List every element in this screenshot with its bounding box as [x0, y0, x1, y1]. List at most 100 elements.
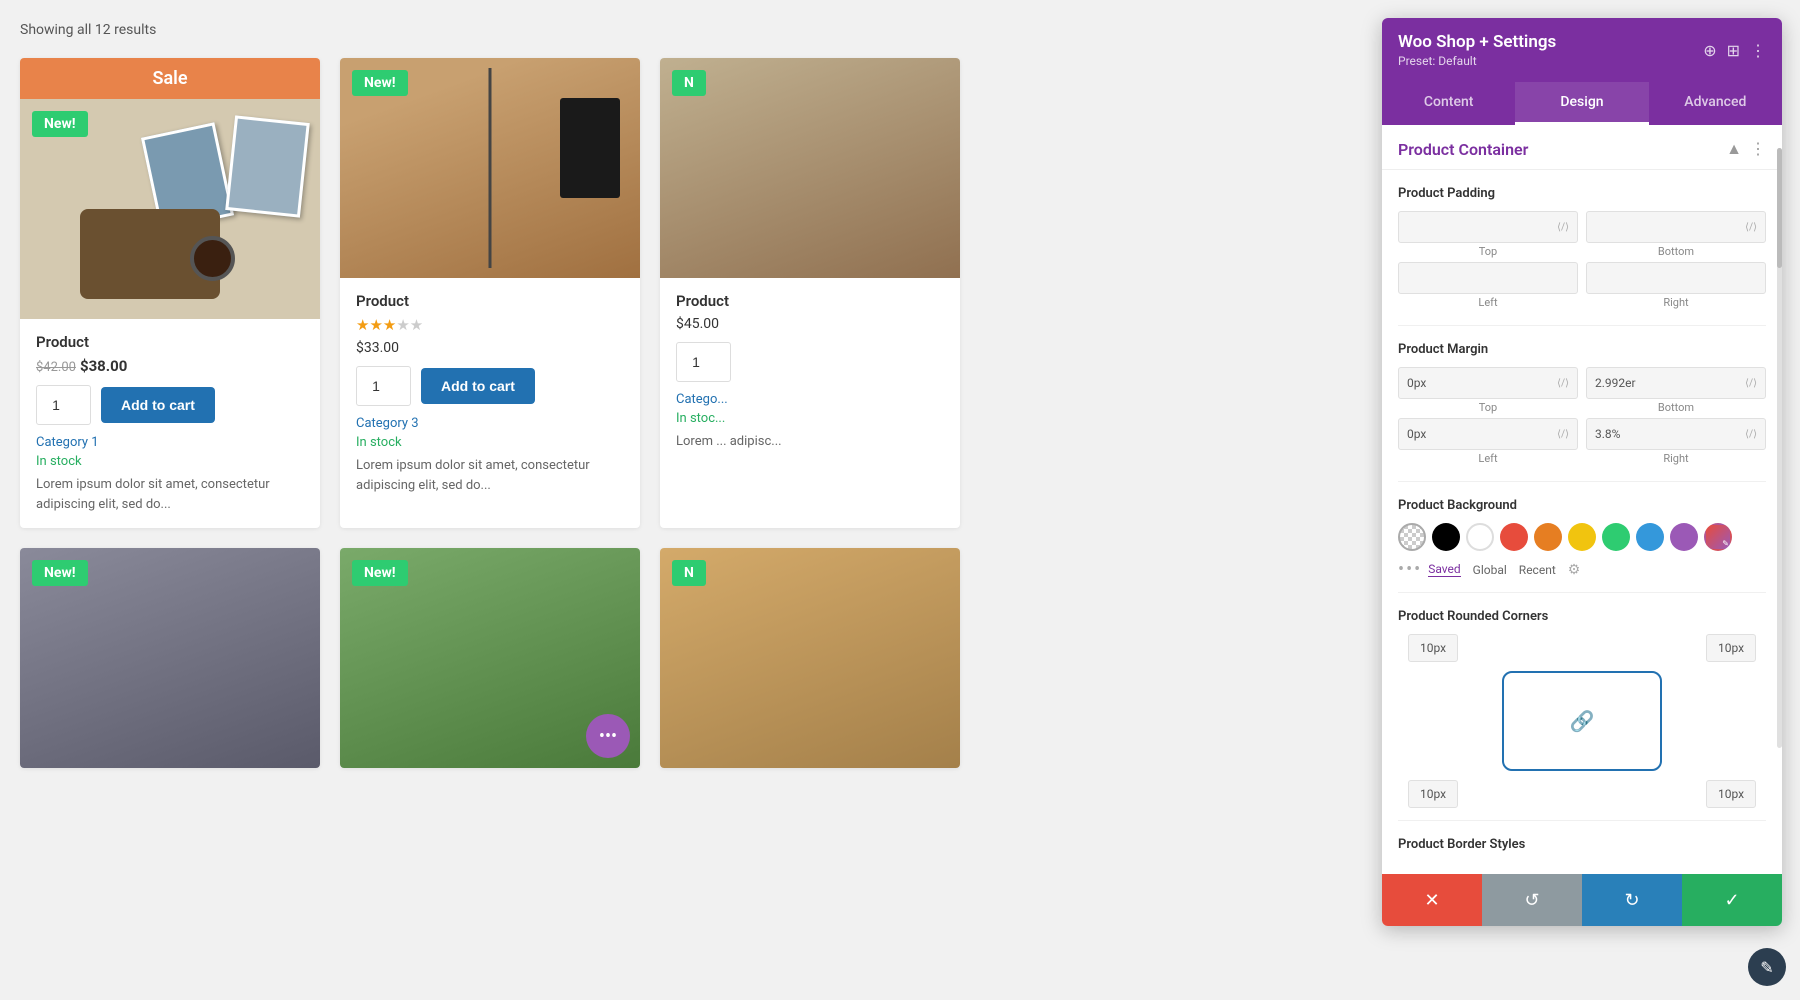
- swatch-gradient[interactable]: ✎: [1704, 523, 1732, 551]
- color-swatches: ✎: [1398, 523, 1766, 551]
- product-desc-3: Lorem ... adipisc...: [676, 432, 944, 452]
- panel-tabs: Content Design Advanced: [1382, 82, 1782, 125]
- product-dots-btn[interactable]: •••: [586, 714, 630, 758]
- margin-top-group: 0px ⟨/⟩ Top: [1398, 367, 1578, 414]
- panel-icon-split[interactable]: ⊞: [1727, 41, 1740, 60]
- product-title-3: Product: [676, 292, 944, 310]
- panel-body: Product Padding ⟨/⟩ Top ⟨/⟩ Bottom: [1382, 170, 1782, 874]
- padding-right-input[interactable]: [1586, 262, 1766, 294]
- swatch-black[interactable]: [1432, 523, 1460, 551]
- collapse-icon[interactable]: ▲: [1726, 139, 1742, 159]
- bg-label: Product Background: [1398, 498, 1766, 513]
- margin-left-input[interactable]: 0px ⟨/⟩: [1398, 418, 1578, 450]
- sale-banner: Sale: [20, 58, 320, 99]
- swatch-transparent[interactable]: [1398, 523, 1426, 551]
- padding-right-group: Right: [1586, 262, 1766, 309]
- footer-undo-btn[interactable]: ↺: [1482, 874, 1582, 926]
- swatch-orange[interactable]: [1534, 523, 1562, 551]
- panel-footer: ✕ ↺ ↻ ✓: [1382, 874, 1782, 926]
- margin-right-label: Right: [1586, 452, 1766, 465]
- color-tab-global[interactable]: Global: [1473, 563, 1507, 577]
- margin-left-val: 0px: [1407, 427, 1426, 441]
- padding-bottom-label: Bottom: [1586, 245, 1766, 258]
- panel-icon-target[interactable]: ⊕: [1703, 41, 1716, 60]
- category-link-1[interactable]: Category 1: [36, 435, 304, 450]
- panel-title: Woo Shop + Settings: [1398, 32, 1556, 52]
- category-link-3[interactable]: Catego...: [676, 392, 944, 407]
- add-to-cart-2[interactable]: Add to cart: [421, 368, 535, 404]
- container-actions: ▲ ⋮: [1726, 139, 1766, 159]
- product-card-2: New! Product ★★★★★ $33.00 Add to cart Ca…: [340, 58, 640, 528]
- padding-left-input[interactable]: [1398, 262, 1578, 294]
- color-tab-saved[interactable]: Saved: [1428, 562, 1460, 577]
- product-info-2: Product ★★★★★ $33.00 Add to cart Categor…: [340, 278, 640, 509]
- padding-inputs-lr: Left Right: [1398, 262, 1766, 309]
- section-padding: Product Padding ⟨/⟩ Top ⟨/⟩ Bottom: [1398, 170, 1766, 326]
- product-price-3: $45.00: [676, 316, 944, 332]
- scroll-bar[interactable]: [1777, 148, 1782, 748]
- panel-title-area: Woo Shop + Settings Preset: Default: [1398, 32, 1556, 68]
- corner-top-right[interactable]: 10px: [1706, 634, 1756, 662]
- padding-top-input[interactable]: ⟨/⟩: [1398, 211, 1578, 243]
- padding-left-label: Left: [1398, 296, 1578, 309]
- tab-content[interactable]: Content: [1382, 82, 1515, 125]
- margin-bottom-input[interactable]: 2.992er ⟨/⟩: [1586, 367, 1766, 399]
- qty-input-3[interactable]: [676, 342, 731, 382]
- in-stock-2: In stock: [356, 435, 624, 450]
- color-tab-recent[interactable]: Recent: [1519, 563, 1556, 577]
- swatch-white[interactable]: [1466, 523, 1494, 551]
- footer-redo-btn[interactable]: ↻: [1582, 874, 1682, 926]
- corner-bottom-right[interactable]: 10px: [1706, 780, 1756, 808]
- panel-preset: Preset: Default: [1398, 54, 1556, 68]
- swatch-green[interactable]: [1602, 523, 1630, 551]
- product-image-4: New!: [20, 548, 320, 768]
- footer-save-btn[interactable]: ✓: [1682, 874, 1782, 926]
- margin-inputs-tb: 0px ⟨/⟩ Top 2.992er ⟨/⟩ Bottom: [1398, 367, 1766, 414]
- panel-icon-more[interactable]: ⋮: [1750, 41, 1766, 60]
- margin-bottom-label: Bottom: [1586, 401, 1766, 414]
- corner-top-left[interactable]: 10px: [1408, 634, 1458, 662]
- cart-row-2: Add to cart: [356, 366, 624, 406]
- category-link-2[interactable]: Category 3: [356, 416, 624, 431]
- results-count: Showing all 12 results: [20, 22, 960, 38]
- more-icon[interactable]: ⋮: [1750, 139, 1766, 159]
- product-title-2: Product: [356, 292, 624, 310]
- product-desc-2: Lorem ipsum dolor sit amet, consectetur …: [356, 456, 624, 495]
- footer-cancel-btn[interactable]: ✕: [1382, 874, 1482, 926]
- container-title: Product Container: [1398, 140, 1528, 159]
- responsive-icon-margin-bottom: ⟨/⟩: [1745, 378, 1757, 389]
- product-price-2: $33.00: [356, 340, 624, 356]
- qty-input-2[interactable]: [356, 366, 411, 406]
- margin-top-input[interactable]: 0px ⟨/⟩: [1398, 367, 1578, 399]
- responsive-icon-margin-top: ⟨/⟩: [1557, 378, 1569, 389]
- color-gear-icon[interactable]: ⚙: [1568, 562, 1581, 578]
- link-corners-icon[interactable]: 🔗: [1570, 709, 1595, 733]
- margin-inputs-lr: 0px ⟨/⟩ Left 3.8% ⟨/⟩ Right: [1398, 418, 1766, 465]
- star-rating-2: ★★★★★: [356, 316, 624, 334]
- padding-inputs: ⟨/⟩ Top ⟨/⟩ Bottom: [1398, 211, 1766, 258]
- panel-header: Woo Shop + Settings Preset: Default ⊕ ⊞ …: [1382, 18, 1782, 82]
- swatch-yellow[interactable]: [1568, 523, 1596, 551]
- tab-design[interactable]: Design: [1515, 82, 1648, 125]
- price-sale-1: $38.00: [80, 357, 127, 375]
- swatch-purple[interactable]: [1670, 523, 1698, 551]
- padding-top-group: ⟨/⟩ Top: [1398, 211, 1578, 258]
- swatch-red[interactable]: [1500, 523, 1528, 551]
- tab-advanced[interactable]: Advanced: [1649, 82, 1782, 125]
- add-to-cart-1[interactable]: Add to cart: [101, 387, 215, 423]
- padding-bottom-group: ⟨/⟩ Bottom: [1586, 211, 1766, 258]
- edit-corner-btn[interactable]: ✎: [1748, 948, 1786, 986]
- corner-bottom-left[interactable]: 10px: [1408, 780, 1458, 808]
- margin-left-group: 0px ⟨/⟩ Left: [1398, 418, 1578, 465]
- margin-right-input[interactable]: 3.8% ⟨/⟩: [1586, 418, 1766, 450]
- responsive-icon-margin-left: ⟨/⟩: [1557, 429, 1569, 440]
- swatch-blue[interactable]: [1636, 523, 1664, 551]
- padding-bottom-input[interactable]: ⟨/⟩: [1586, 211, 1766, 243]
- product-image-1: New!: [20, 99, 320, 319]
- section-margin: Product Margin 0px ⟨/⟩ Top 2.992er ⟨/⟩ B…: [1398, 326, 1766, 482]
- more-colors-icon[interactable]: •••: [1398, 559, 1422, 580]
- margin-right-val: 3.8%: [1595, 427, 1620, 441]
- qty-input-1[interactable]: [36, 385, 91, 425]
- new-badge-6: N: [672, 560, 706, 586]
- rounded-corner-box: 🔗: [1502, 671, 1662, 771]
